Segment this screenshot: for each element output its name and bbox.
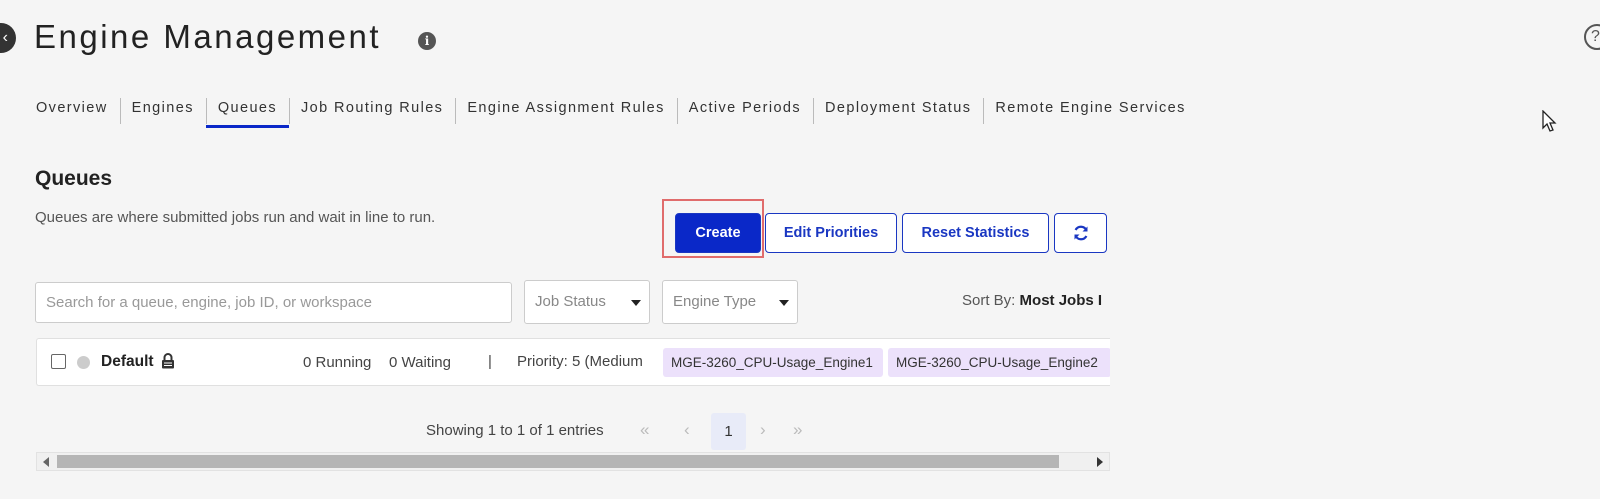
section-title: Queues <box>35 167 113 190</box>
mouse-cursor-icon <box>1542 110 1557 132</box>
tab-job-routing-rules[interactable]: Job Routing Rules <box>289 96 455 128</box>
previous-page-icon[interactable]: ‹ <box>684 420 690 440</box>
page-title: Engine Management <box>34 18 382 55</box>
page-number-button[interactable]: 1 <box>711 413 746 450</box>
tab-engine-assignment-rules[interactable]: Engine Assignment Rules <box>455 96 676 128</box>
chevron-down-icon <box>779 300 789 306</box>
engine-type-dropdown[interactable]: Engine Type <box>662 280 798 324</box>
scroll-right-icon[interactable] <box>1097 457 1103 467</box>
sort-by-label: Sort By: <box>962 292 1016 309</box>
sort-by-value: Most Jobs I <box>1019 292 1103 309</box>
last-page-icon[interactable]: » <box>793 420 802 440</box>
tab-overview[interactable]: Overview <box>24 96 120 128</box>
engine-type-label: Engine Type <box>673 293 757 310</box>
pagination-summary: Showing 1 to 1 of 1 entries <box>426 422 604 439</box>
tab-remote-engine-services[interactable]: Remote Engine Services <box>983 96 1197 128</box>
help-icon[interactable]: ? <box>1584 24 1600 50</box>
reset-statistics-button[interactable]: Reset Statistics <box>902 213 1049 253</box>
search-input[interactable] <box>35 282 512 323</box>
queue-row[interactable]: Default 0 Running 0 Waiting | Priority: … <box>36 338 1110 386</box>
row-checkbox[interactable] <box>51 354 66 369</box>
job-status-dropdown[interactable]: Job Status <box>524 280 650 324</box>
queue-name[interactable]: Default <box>101 353 154 371</box>
edit-priorities-button[interactable]: Edit Priorities <box>765 213 897 253</box>
job-status-label: Job Status <box>535 293 606 310</box>
scroll-left-icon[interactable] <box>43 457 49 467</box>
refresh-icon <box>1073 225 1088 241</box>
running-count: 0 Running <box>303 354 372 371</box>
next-page-icon[interactable]: › <box>760 420 766 440</box>
tab-engines[interactable]: Engines <box>119 96 206 128</box>
first-page-icon[interactable]: « <box>640 420 649 440</box>
sort-by[interactable]: Sort By: Most Jobs I <box>962 292 1110 309</box>
tab-active-periods[interactable]: Active Periods <box>676 96 813 128</box>
refresh-button[interactable] <box>1054 213 1107 253</box>
tab-bar: Overview Engines Queues Job Routing Rule… <box>24 96 1198 128</box>
priority-text: Priority: 5 (Medium <box>517 353 643 370</box>
status-dot <box>77 356 90 369</box>
horizontal-scrollbar[interactable] <box>36 452 1110 471</box>
engine-tag[interactable]: MGE-3260_CPU-Usage_Engine2 <box>888 348 1110 377</box>
chevron-down-icon <box>631 300 641 306</box>
page: ‹ Engine Management i ? Overview Engines… <box>0 0 1600 499</box>
tab-deployment-status[interactable]: Deployment Status <box>813 96 983 128</box>
info-icon[interactable]: i <box>418 32 436 50</box>
tab-queues[interactable]: Queues <box>205 96 290 128</box>
separator: | <box>488 353 492 370</box>
section-description: Queues are where submitted jobs run and … <box>35 209 436 226</box>
create-button[interactable]: Create <box>675 213 761 253</box>
waiting-count: 0 Waiting <box>389 354 451 371</box>
engine-tag[interactable]: MGE-3260_CPU-Usage_Engine1 <box>663 348 883 377</box>
scrollbar-thumb[interactable] <box>57 455 1059 468</box>
lock-icon <box>162 353 174 369</box>
back-button[interactable]: ‹ <box>0 23 16 53</box>
